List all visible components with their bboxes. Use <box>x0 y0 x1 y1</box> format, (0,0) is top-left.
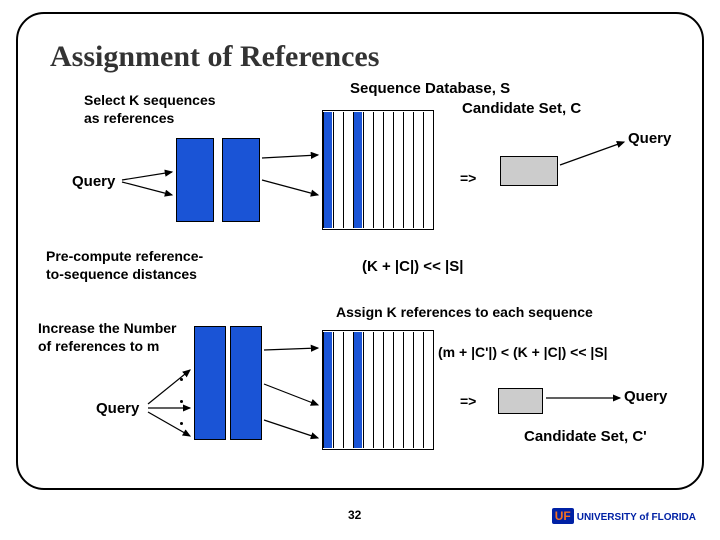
uf-mark: UF <box>552 508 574 524</box>
formula-k-plus-c: (K + |C|) << |S| <box>362 258 463 275</box>
label-database: Sequence Database, S <box>350 80 510 97</box>
label-query-top-right: Query <box>628 130 671 147</box>
reference-block-m <box>194 326 226 440</box>
arrow-symbol-bot: => <box>460 393 476 409</box>
label-candidate-set: Candidate Set, C <box>462 100 581 117</box>
page-number: 32 <box>348 508 361 522</box>
label-query-bot-right: Query <box>624 388 667 405</box>
ellipsis-dot <box>180 378 183 381</box>
label-precompute: Pre-compute reference-to-sequence distan… <box>46 248 203 283</box>
candidate-box-bottom <box>498 388 543 414</box>
label-increase-m: Increase the Numberof references to m <box>38 320 177 355</box>
label-assign-k: Assign K references to each sequence <box>336 304 593 320</box>
uf-text: UNIVERSITY of FLORIDA <box>577 512 696 523</box>
formula-m-plus-c: (m + |C'|) < (K + |C|) << |S| <box>438 344 608 360</box>
label-select-k: Select K sequencesas references <box>84 92 216 127</box>
candidate-box-top <box>500 156 558 186</box>
reference-block <box>176 138 214 222</box>
uf-logo: UFUNIVERSITY of FLORIDA <box>552 508 696 524</box>
reference-block <box>222 138 260 222</box>
database-box-bottom <box>322 330 434 450</box>
label-candidate-set-prime: Candidate Set, C' <box>524 428 647 445</box>
label-query-bot-left: Query <box>96 400 139 417</box>
arrow-symbol-top: => <box>460 170 476 186</box>
slide-title: Assignment of References <box>50 40 379 74</box>
label-query-top-left: Query <box>72 173 115 190</box>
ellipsis-dot <box>180 422 183 425</box>
ellipsis-dot <box>180 400 183 403</box>
database-box-top <box>322 110 434 230</box>
reference-block-m <box>230 326 262 440</box>
